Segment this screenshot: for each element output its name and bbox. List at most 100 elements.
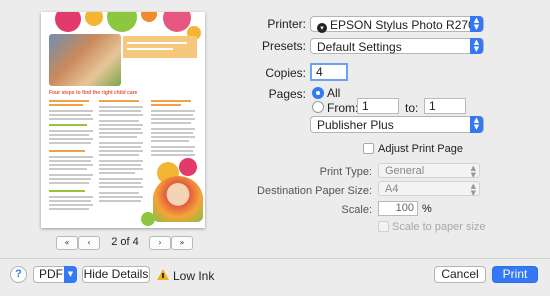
preview-text — [99, 186, 143, 188]
first-page-button[interactable]: « — [56, 236, 78, 250]
preview-text — [49, 190, 85, 192]
preview-photo — [49, 34, 121, 86]
print-type-label: Print Type: — [319, 166, 372, 178]
scale-to-paper-label: Scale to paper size — [392, 221, 486, 233]
preview-text — [49, 138, 93, 140]
preview-text — [151, 122, 191, 124]
preview-text — [151, 154, 195, 156]
print-type-popup[interactable]: General ▲ ▼ — [378, 163, 480, 179]
preview-text — [99, 154, 139, 156]
preview-text — [151, 110, 195, 112]
low-ink-label: Low Ink — [173, 269, 215, 283]
adjust-print-page-checkbox[interactable] — [363, 143, 374, 154]
preview-text — [99, 106, 143, 108]
last-page-button[interactable]: » — [171, 236, 193, 250]
pages-from-radio[interactable] — [312, 101, 324, 113]
scale-to-paper-checkbox[interactable] — [378, 221, 389, 232]
preview-text — [49, 168, 87, 170]
next-page-button[interactable]: › — [149, 236, 171, 250]
chevron-up-down-icon: ▲ ▼ — [470, 16, 483, 32]
chevron-down-icon: ▼ — [64, 266, 77, 283]
chevron-up-down-icon: ▲ ▼ — [470, 38, 483, 54]
preview-text — [127, 42, 187, 44]
pages-label: Pages: — [268, 87, 306, 101]
preview-text — [99, 150, 143, 152]
scale-label: Scale: — [341, 204, 372, 216]
preview-text — [49, 178, 91, 180]
preview-text — [151, 146, 195, 148]
pages-from-field[interactable]: 1 — [357, 98, 399, 114]
preview-text — [127, 48, 173, 50]
pages-all-radio[interactable] — [312, 87, 324, 99]
scale-field[interactable]: 100 — [378, 201, 418, 216]
preview-text — [49, 100, 89, 102]
preview-banner — [123, 36, 197, 58]
preview-text — [99, 192, 139, 194]
pdf-button[interactable]: PDF ▼ — [33, 266, 77, 283]
preview-text — [49, 124, 87, 126]
previous-page-button[interactable]: ‹ — [78, 236, 100, 250]
preview-text — [49, 114, 91, 116]
preview-text — [49, 208, 89, 210]
preview-text — [99, 114, 143, 116]
preview-text — [99, 178, 143, 180]
preview-text — [49, 130, 93, 132]
pdf-label: PDF — [39, 267, 63, 281]
presets-popup[interactable]: Default Settings ▲ ▼ — [310, 38, 484, 54]
preview-text — [99, 196, 143, 198]
preview-text — [151, 140, 189, 142]
preview-text — [99, 110, 141, 112]
hide-details-button[interactable]: Hide Details — [82, 266, 150, 283]
preview-circle — [179, 158, 197, 176]
chevron-up-down-icon: ▲ ▼ — [470, 182, 476, 197]
preview-headline: Four steps to find the right child care — [49, 90, 138, 96]
printer-popup[interactable]: ▾ EPSON Stylus Photo R270 ▲ ▼ — [310, 16, 484, 33]
preview-text — [99, 136, 137, 138]
pages-to-field[interactable]: 1 — [424, 98, 466, 114]
preview-circle — [107, 12, 137, 32]
presets-label: Presets: — [261, 39, 306, 53]
page-preview: Four steps to find the right child care — [41, 12, 205, 228]
preview-text — [151, 118, 195, 120]
pages-all-label: All — [327, 86, 341, 100]
preview-text — [49, 164, 93, 166]
print-button[interactable]: Print — [492, 266, 538, 283]
footer-divider — [0, 258, 550, 259]
chevron-up-down-icon: ▲ ▼ — [470, 116, 483, 133]
preview-text — [151, 128, 195, 130]
paper-size-popup[interactable]: A4 ▲ ▼ — [378, 181, 480, 197]
printer-icon: ▾ — [317, 23, 327, 33]
radio-dot — [316, 91, 320, 95]
preview-text — [99, 200, 141, 202]
cancel-button[interactable]: Cancel — [434, 266, 486, 283]
preview-text — [99, 128, 141, 130]
preview-text — [49, 174, 93, 176]
printer-label: Printer: — [267, 17, 306, 31]
presets-value: Default Settings — [317, 40, 402, 54]
preview-text — [49, 134, 89, 136]
preview-circle — [85, 12, 103, 26]
preview-text — [49, 142, 91, 144]
preview-text — [151, 104, 181, 106]
preview-text — [151, 150, 193, 152]
print-type-value: General — [385, 165, 425, 177]
preview-text — [99, 164, 141, 166]
preview-circle — [141, 12, 157, 22]
paper-size-label: Destination Paper Size: — [257, 185, 372, 197]
preview-circle — [141, 212, 155, 226]
preview-text — [49, 156, 93, 158]
copies-field[interactable]: 4 — [310, 63, 348, 81]
adjust-print-page-label: Adjust Print Page — [378, 143, 463, 155]
preview-text — [49, 150, 85, 152]
help-button[interactable]: ? — [10, 266, 27, 283]
section-popup[interactable]: Publisher Plus ▲ ▼ — [310, 116, 484, 133]
page-indicator: 2 of 4 — [111, 236, 139, 248]
preview-text — [99, 100, 139, 102]
preview-text — [151, 114, 193, 116]
preview-text — [99, 132, 143, 134]
preview-text — [49, 110, 93, 112]
preview-text — [151, 132, 193, 134]
preview-text — [99, 168, 143, 170]
scale-unit: % — [422, 203, 432, 215]
preview-text — [99, 160, 143, 162]
